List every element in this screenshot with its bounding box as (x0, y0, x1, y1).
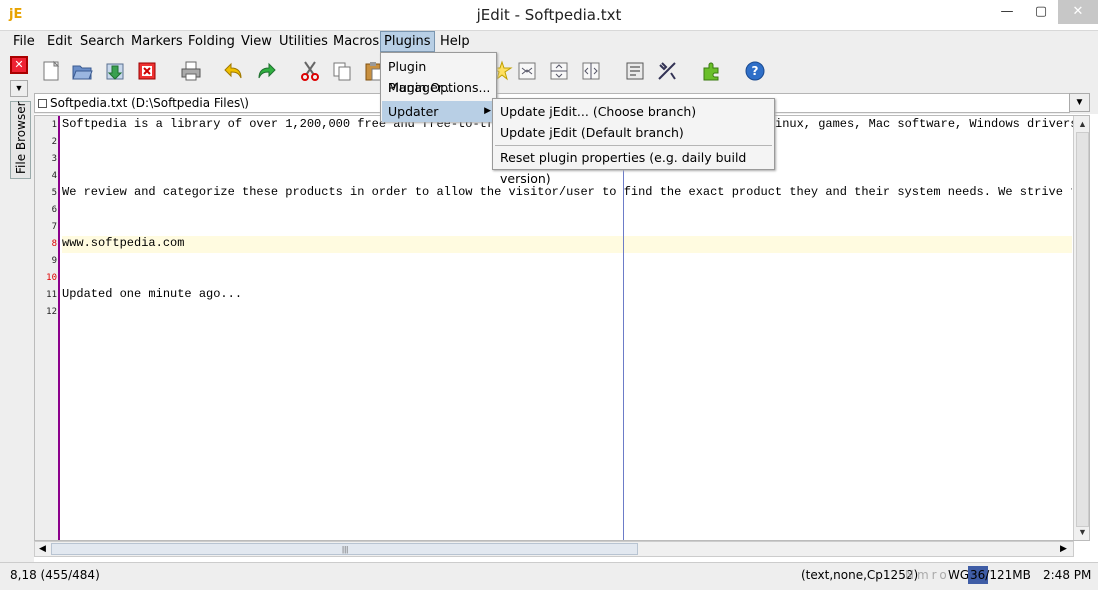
line-number: 4 (51, 171, 57, 181)
buffer-status-icon (38, 99, 47, 108)
close-file-icon[interactable] (136, 60, 158, 82)
buffer-dropdown-icon[interactable]: ▼ (1069, 93, 1090, 112)
plugins-menu-popup: Plugin Manager... Plugin Options... Upda… (380, 52, 497, 122)
print-icon[interactable] (180, 60, 202, 82)
line-number: 12 (46, 307, 57, 317)
toolbar: ? (34, 53, 1098, 90)
dock-dropdown-icon[interactable]: ▼ (10, 80, 28, 97)
split-vertical-icon[interactable] (580, 60, 602, 82)
title-bar: jE jEdit - Softpedia.txt — ▢ ✕ (0, 0, 1098, 31)
svg-text:?: ? (752, 64, 759, 78)
redo-icon[interactable] (256, 60, 278, 82)
vertical-scrollbar[interactable]: ▲ ▼ (1073, 116, 1089, 540)
horizontal-scrollbar[interactable]: ◀ ||| ▶ (34, 541, 1074, 557)
menu-macros[interactable]: Macros (330, 31, 382, 52)
line-number: 1 (51, 120, 57, 130)
line-number: 3 (51, 154, 57, 164)
menu-item-reset-plugin-properties[interactable]: Reset plugin properties (e.g. daily buil… (494, 147, 773, 186)
file-browser-label: File Browser (14, 101, 28, 174)
file-browser-tab[interactable]: File Browser (10, 101, 31, 179)
buffer-flags[interactable]: Nmro (905, 568, 950, 582)
menu-bar: File Edit Search Markers Folding View Ut… (0, 31, 1098, 53)
status-bar: 8,18 (455/484) (text,none,Cp1252) Nmro W… (0, 562, 1098, 590)
menu-item-update-default-branch[interactable]: Update jEdit (Default branch) (494, 122, 773, 143)
line-number: 7 (51, 222, 57, 232)
menu-edit[interactable]: Edit (44, 31, 75, 52)
memory-text: 36/121MB (970, 568, 1031, 582)
line-number: 6 (51, 205, 57, 215)
horizontal-scroll-thumb[interactable]: ||| (51, 543, 638, 555)
line-number: 2 (51, 137, 57, 147)
reload-icon[interactable] (104, 60, 126, 82)
line-number: 5 (51, 188, 57, 198)
menu-search[interactable]: Search (77, 31, 128, 52)
submenu-arrow-icon: ▶ (484, 106, 491, 116)
scroll-up-icon[interactable]: ▲ (1078, 119, 1087, 129)
menu-item-updater[interactable]: Updater ▶ (382, 101, 495, 122)
close-window-button[interactable]: ✕ (1058, 0, 1098, 24)
new-file-icon[interactable] (40, 60, 62, 82)
close-buffer-icon[interactable]: ✕ (10, 56, 28, 74)
line-number: 11 (46, 290, 57, 300)
scroll-grip-icon: ||| (342, 545, 349, 554)
code-line-tail: inux, games, Mac software, Windows drive… (775, 117, 1073, 131)
wrap-guide (623, 116, 624, 540)
open-file-icon[interactable] (71, 60, 93, 82)
copy-icon[interactable] (331, 60, 353, 82)
menu-help[interactable]: Help (437, 31, 473, 52)
menu-utilities[interactable]: Utilities (276, 31, 331, 52)
scroll-down-icon[interactable]: ▼ (1078, 527, 1087, 537)
vertical-scroll-thumb[interactable] (1076, 132, 1089, 527)
caret-position: 8,18 (455/484) (10, 568, 100, 582)
clock: 2:48 PM (1043, 568, 1092, 582)
global-options-icon[interactable] (656, 60, 678, 82)
undo-icon[interactable] (222, 60, 244, 82)
buffer-options-icon[interactable] (624, 60, 646, 82)
memory-status[interactable]: 36/121MB (968, 566, 1034, 584)
menu-plugins[interactable]: Plugins (380, 31, 435, 52)
menu-markers[interactable]: Markers (128, 31, 186, 52)
menu-file[interactable]: File (10, 31, 38, 52)
menu-item-plugin-manager[interactable]: Plugin Manager... (382, 56, 495, 95)
menu-item-plugin-options[interactable]: Plugin Options... (382, 77, 495, 98)
text-area[interactable]: 1 2 3 4 5 6 7 8 9 10 11 12 Softpedia is … (34, 115, 1090, 541)
menu-folding[interactable]: Folding (185, 31, 238, 52)
updater-submenu: Update jEdit... (Choose branch) Update j… (492, 98, 775, 186)
code-line: Updated one minute ago... (62, 287, 243, 301)
plugin-manager-icon[interactable] (700, 60, 722, 82)
fold-icon[interactable] (516, 60, 538, 82)
scroll-left-icon[interactable]: ◀ (39, 543, 46, 554)
help-icon[interactable]: ? (744, 60, 766, 82)
line-number-gutter: 1 2 3 4 5 6 7 8 9 10 11 12 (35, 116, 60, 540)
buffer-tab-label: Softpedia.txt (D:\Softpedia Files\) (50, 96, 249, 110)
menu-view[interactable]: View (238, 31, 275, 52)
line-number: 10 (46, 273, 57, 283)
line-number: 8 (51, 239, 57, 249)
wrap-status[interactable]: WG (948, 568, 969, 582)
split-horizontal-icon[interactable] (548, 60, 570, 82)
cut-icon[interactable] (299, 60, 321, 82)
window-title: jEdit - Softpedia.txt (476, 6, 622, 24)
code-line: We review and categorize these products … (62, 185, 1072, 199)
menu-item-update-choose-branch[interactable]: Update jEdit... (Choose branch) (494, 101, 773, 122)
minimize-button[interactable]: — (990, 0, 1024, 24)
maximize-button[interactable]: ▢ (1024, 0, 1058, 24)
menu-item-updater-label: Updater (388, 104, 439, 119)
line-number: 9 (51, 256, 57, 266)
code-line: www.softpedia.com (62, 236, 185, 250)
menu-separator (495, 145, 772, 146)
scroll-right-icon[interactable]: ▶ (1060, 543, 1067, 554)
buffer-mode-status[interactable]: (text,none,Cp1252) (801, 568, 918, 582)
